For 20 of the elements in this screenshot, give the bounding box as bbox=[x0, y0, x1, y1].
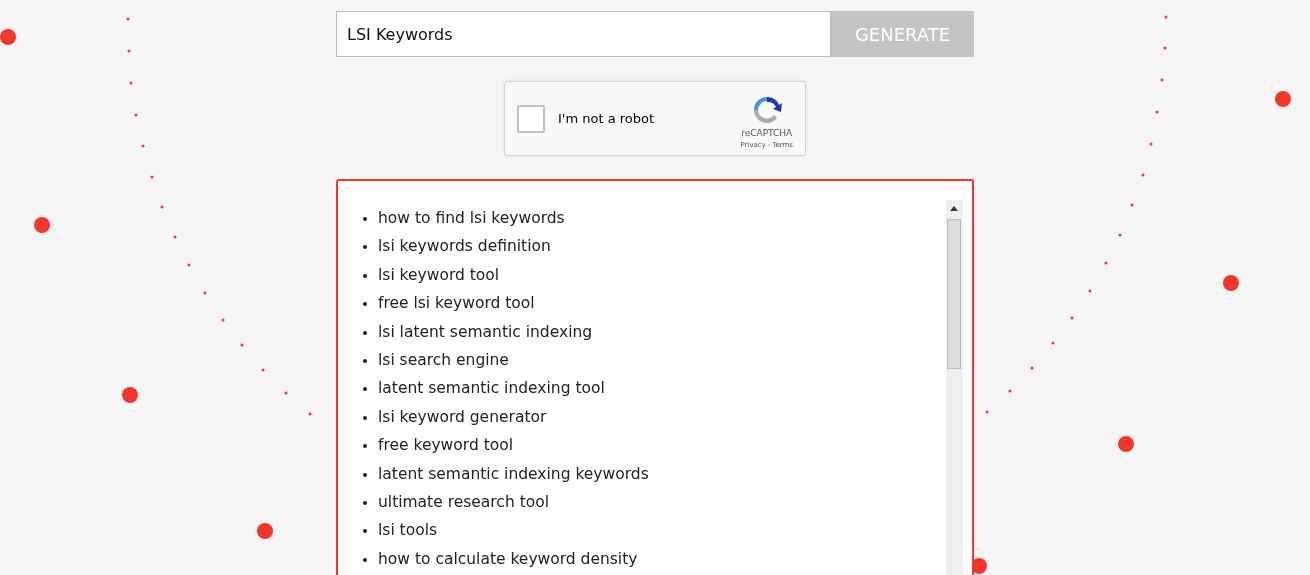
keyword-list-item: latent semantic indexing keywords bbox=[360, 459, 649, 488]
captcha-checkbox[interactable] bbox=[517, 104, 545, 133]
keyword-input-field[interactable]: LSI Keywords bbox=[336, 11, 831, 57]
scroll-up-icon[interactable] bbox=[950, 206, 958, 211]
keyword-list-item: lsi keywords definition bbox=[360, 232, 551, 261]
keyword-list-item: lsi search engine bbox=[360, 345, 509, 375]
keyword-list-item: free keyword tool bbox=[360, 431, 513, 460]
captcha-label: I'm not a robot bbox=[558, 111, 656, 126]
keyword-list-item: lsi tools bbox=[360, 516, 438, 545]
keyword-list-item: ultimate research tool bbox=[360, 487, 549, 517]
keyword-list-item: lsi latent semantic indexing bbox=[360, 317, 593, 346]
keyword-list-item: lsi keyword generator bbox=[360, 402, 547, 432]
scrollbar-thumb[interactable] bbox=[947, 219, 961, 369]
keyword-list-item: free lsi keyword tool bbox=[360, 289, 535, 318]
keyword-list-item: lsi keyword tool bbox=[360, 260, 500, 290]
scrollbar[interactable] bbox=[946, 200, 963, 575]
keyword-list-item: how to calculate keyword density bbox=[360, 544, 638, 574]
captcha-brand: reCAPTCHA bbox=[741, 128, 793, 138]
keyword-list-item: how to find lsi keywords bbox=[360, 204, 565, 233]
keyword-list-item: latent semantic indexing tool bbox=[360, 374, 605, 403]
